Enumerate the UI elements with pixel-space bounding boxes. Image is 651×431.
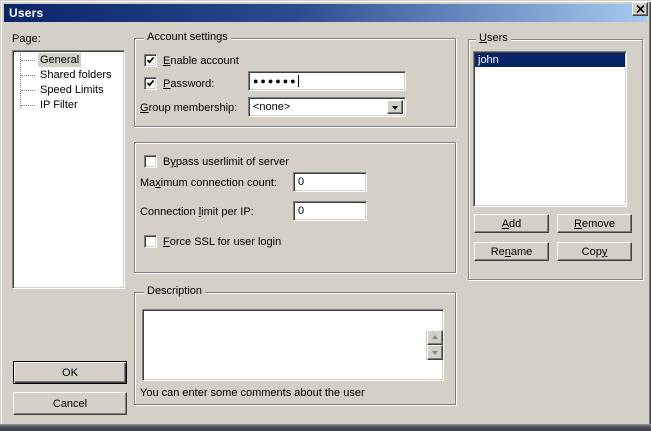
bypass-userlimit-label: Bypass userlimit of server bbox=[163, 156, 289, 169]
window-bottom-edge bbox=[0, 424, 651, 431]
connection-limit-per-ip-input[interactable]: 0 bbox=[293, 201, 367, 221]
arrow-up-icon bbox=[432, 332, 438, 339]
bypass-userlimit-checkbox[interactable] bbox=[144, 155, 157, 168]
account-settings-title: Account settings bbox=[144, 32, 231, 43]
cancel-button[interactable]: Cancel bbox=[13, 392, 127, 415]
max-connection-count-input[interactable]: 0 bbox=[293, 172, 367, 192]
add-button[interactable]: Add bbox=[474, 214, 549, 233]
tree-item-general[interactable]: General bbox=[13, 53, 124, 68]
enable-account-checkbox[interactable] bbox=[144, 54, 157, 67]
tree-item-speed-limits[interactable]: Speed Limits bbox=[13, 83, 124, 98]
connection-limit-per-ip-value: 0 bbox=[298, 205, 304, 217]
force-ssl-checkbox[interactable] bbox=[144, 235, 157, 248]
max-connection-count-label: Maximum connection count: bbox=[140, 177, 277, 190]
check-icon bbox=[146, 79, 155, 88]
text-caret bbox=[298, 75, 299, 87]
tree-item-ip-filter[interactable]: IP Filter bbox=[13, 98, 124, 113]
password-checkbox[interactable] bbox=[144, 77, 157, 90]
group-membership-label: Group membership: bbox=[140, 102, 237, 115]
close-icon bbox=[636, 5, 645, 13]
title-bar: Users bbox=[4, 4, 647, 22]
arrow-down-icon bbox=[432, 351, 438, 358]
max-connection-count-value: 0 bbox=[298, 176, 304, 188]
group-membership-select[interactable]: <none> bbox=[248, 97, 406, 117]
tree-item-shared-folders[interactable]: Shared folders bbox=[13, 68, 124, 83]
description-title: Description bbox=[144, 286, 205, 297]
user-list-item[interactable]: john bbox=[475, 53, 625, 67]
window-title: Users bbox=[9, 6, 43, 20]
scroll-up-button[interactable] bbox=[427, 330, 443, 345]
chevron-down-icon bbox=[392, 106, 398, 113]
copy-button[interactable]: Copy bbox=[557, 242, 632, 261]
scroll-down-button[interactable] bbox=[427, 345, 443, 360]
password-label: Password: bbox=[163, 78, 214, 91]
force-ssl-label: Force SSL for user login bbox=[163, 236, 281, 249]
rename-button[interactable]: Rename bbox=[474, 242, 549, 261]
users-dialog: Users Page: General Shared folders Speed… bbox=[0, 0, 651, 431]
dropdown-button[interactable] bbox=[387, 100, 403, 114]
page-tree: General Shared folders Speed Limits IP F… bbox=[12, 50, 125, 289]
users-list: john bbox=[473, 51, 627, 207]
remove-button[interactable]: Remove bbox=[557, 214, 632, 233]
close-button[interactable] bbox=[632, 2, 648, 16]
enable-account-label: Enable account bbox=[163, 55, 239, 68]
connection-limit-per-ip-label: Connection limit per IP: bbox=[140, 206, 254, 219]
vertical-scrollbar[interactable] bbox=[426, 330, 443, 360]
users-group-title: Users bbox=[476, 33, 511, 44]
ok-button[interactable]: OK bbox=[13, 361, 127, 384]
check-icon bbox=[146, 56, 155, 65]
page-label: Page: bbox=[12, 33, 41, 46]
description-textarea[interactable] bbox=[142, 309, 444, 381]
description-hint: You can enter some comments about the us… bbox=[140, 387, 365, 400]
password-input[interactable]: ●●●●●● bbox=[248, 71, 406, 91]
group-membership-value: <none> bbox=[253, 101, 290, 113]
password-masked-value: ●●●●●● bbox=[253, 73, 298, 89]
